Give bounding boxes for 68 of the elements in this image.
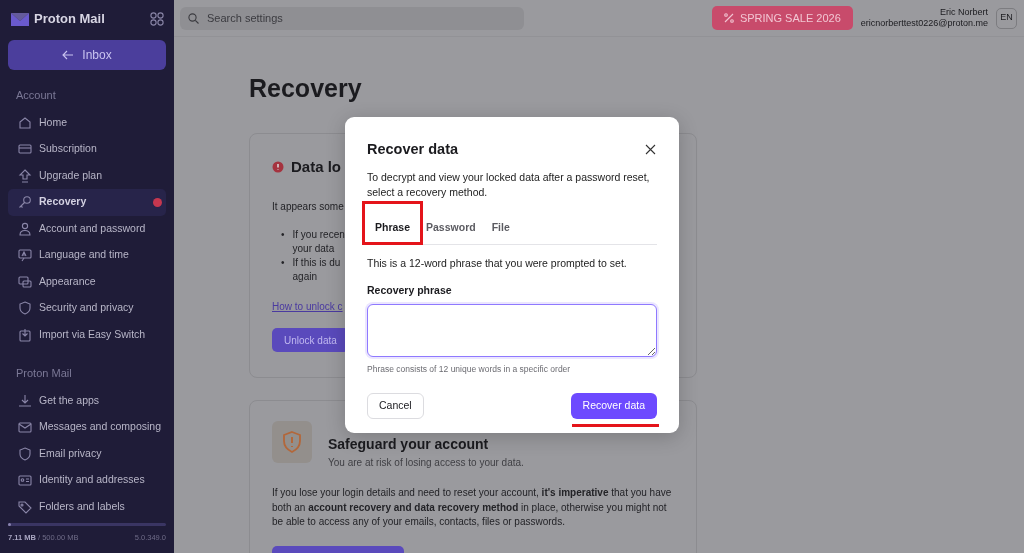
bullet-text: If you recen your data [292,227,345,256]
bullet-text: If this is du again [292,255,341,284]
id-card-icon [18,473,32,488]
dialog-description: To decrypt and view your locked data after a password reset, select a recovery method. [367,170,651,200]
percent-icon [723,13,734,23]
sidebar-item[interactable]: Subscription [8,136,166,163]
up-arrow-icon [18,168,32,183]
sidebar-item[interactable]: Import via Easy Switch [8,321,166,348]
key-icon [18,195,32,210]
close-icon [644,144,656,156]
user-name[interactable]: Eric Norbert [860,6,988,18]
card-icon [18,142,32,157]
field-label: Recovery phrase [367,283,453,299]
sidebar-item[interactable]: Account and password [8,215,166,242]
alert-icon [272,161,284,174]
screens-icon [18,274,32,289]
tab[interactable]: File [483,213,518,245]
recover-data-button[interactable]: Recover data [570,392,657,419]
envelope-icon [18,420,32,435]
field-hint: Phrase consists of 12 unique words in a specific order [367,363,572,376]
tab[interactable]: Phrase [367,213,419,245]
cancel-button[interactable]: Cancel [367,392,424,419]
envelope-logo-icon [10,11,30,27]
section-heading: Account [15,88,57,103]
sidebar-item[interactable]: Folders and labels [8,493,166,520]
sidebar-item[interactable]: Security and privacy [8,295,166,322]
sidebar-item[interactable]: Appearance [8,268,166,295]
tab-description: This is a 12-word phrase that you were prompted to set. [367,255,628,271]
language-button[interactable]: EN [996,7,1017,29]
section-heading: Proton Mail [15,366,73,381]
tag-icon [18,499,32,514]
translate-icon [18,248,32,263]
arrow-left-icon [62,50,75,60]
card-subtitle: You are at risk of losing access to your data. [328,456,524,470]
house-icon [18,115,32,130]
sidebar-item[interactable]: Email privacy [8,440,166,467]
card-text: It appears some [272,199,345,214]
import-icon [18,327,32,342]
download-icon [18,393,32,408]
card-title: Safeguard your account [328,435,490,454]
person-icon [18,221,32,236]
inbox-button[interactable]: Inbox [8,40,166,70]
sidebar-item[interactable]: Identity and addresses [8,467,166,494]
app-name: Proton Mail [34,10,105,29]
card-text: If you lose your login details and need to reset your account, it's imperative that you have both an account recovery and data recovery method in place, otherwise you might not be able to access any of your emails, contacts, files or passwords. [272,486,673,529]
user-email[interactable]: ericnorberttest0226@proton.me [860,18,988,30]
bullet-marker: • [281,227,285,242]
apps-grid-icon [150,12,164,26]
sidebar-item[interactable]: Upgrade plan [8,162,166,189]
shield-icon [18,446,32,461]
annotation-frame [362,200,423,245]
dialog-title: Recover data [367,141,459,159]
search-field[interactable]: Search settings [180,6,524,30]
card-title: Data lo [291,157,341,177]
sidebar-item[interactable]: Home [8,109,166,136]
sidebar-item[interactable]: Messages and composing [8,414,166,441]
page-title: Recovery [249,73,363,103]
search-input[interactable]: Search settings [205,8,516,28]
recovery-phrase-field[interactable] [367,304,657,357]
warning-shield-icon [282,431,302,453]
shield-icon [18,301,32,316]
sidebar-item[interactable]: Get the apps [8,387,166,414]
sidebar-item[interactable]: Recovery [8,189,166,216]
close-button[interactable] [643,142,657,157]
tab[interactable]: Password [418,213,484,245]
bullet-marker: • [281,255,285,270]
sidebar-item[interactable]: Language and time [8,242,166,269]
search-icon [188,12,199,24]
